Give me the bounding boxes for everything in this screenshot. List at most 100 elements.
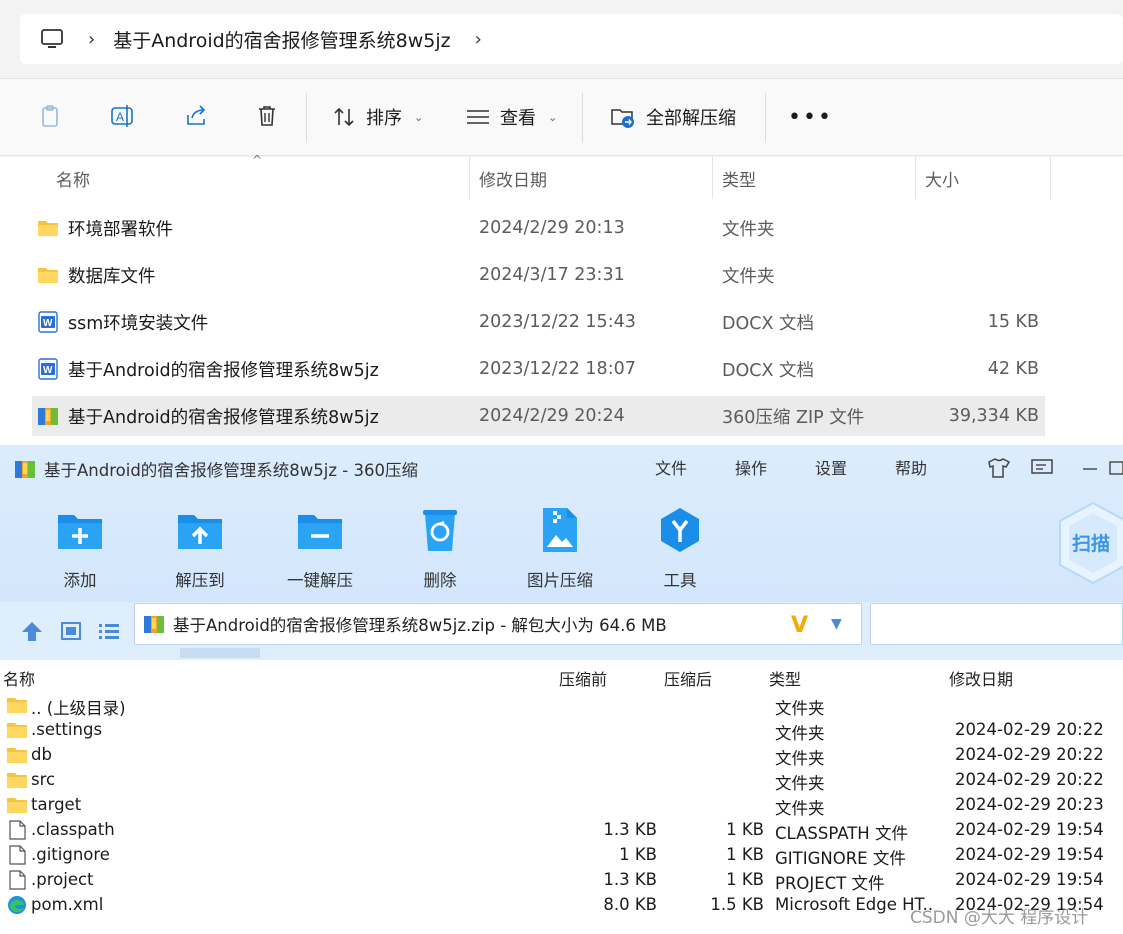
row-name: .classpath [31,820,115,839]
header-scroll-thumb [180,648,260,658]
row-date: 2024-02-29 20:22 [955,770,1104,789]
extract-to-label: 解压到 [175,571,225,590]
chevron-right-icon[interactable]: › [88,29,95,50]
sort-label: 排序 [366,108,402,129]
image-compress-label: 图片压缩 [527,571,593,590]
row-name: .. (上级目录) [31,699,126,718]
row-type: GITIGNORE 文件 [775,849,906,868]
column-header-size[interactable]: 大小 [915,157,1050,199]
delete-button[interactable]: 删除 [390,505,490,591]
row-name: .gitignore [31,845,110,864]
folder-icon [7,798,27,813]
svg-text:W: W [43,318,53,329]
menu-operate[interactable]: 操作 [735,455,767,479]
svg-text:A: A [116,110,124,124]
window-title: 基于Android的宿舍报修管理系统8w5jz - 360压缩 [14,457,418,481]
table-row[interactable]: .. (上级目录) 文件夹 [0,693,1123,718]
table-row[interactable]: db 文件夹 2024-02-29 20:22 [0,743,1123,768]
table-row[interactable]: .settings 文件夹 2024-02-29 20:22 [0,718,1123,743]
menu-settings[interactable]: 设置 [815,455,847,479]
file-size: 39,334 KB [948,406,1039,426]
file-list: ^ 名称 修改日期 类型 大小 环境部署软件 2024/2/29 20:13 文… [0,153,1123,445]
row-name: db [31,745,52,764]
list-item[interactable]: 环境部署软件 2024/2/29 20:13 文件夹 [32,208,1045,248]
row-type: 文件夹 [775,749,825,768]
extract-to-icon [178,515,222,549]
column-header-date[interactable]: 修改日期 [949,666,1013,690]
share-icon[interactable] [184,103,210,129]
delete-icon[interactable] [254,103,280,129]
view-button[interactable]: 查看 ⌄ [466,103,557,131]
row-date: 2024-02-29 19:54 [955,820,1104,839]
list-item[interactable]: W 基于Android的宿舍报修管理系统8w5jz 2023/12/22 18:… [32,349,1045,389]
row-after: 1 KB [726,820,764,839]
more-options-button[interactable]: ••• [788,103,833,131]
folder-icon [38,268,58,283]
zip-archive-icon [15,461,35,478]
row-name: .settings [31,720,103,739]
thumbnail-view-icon[interactable] [59,620,83,642]
list-item[interactable]: W ssm环境安装文件 2023/12/22 15:43 DOCX 文档 15 … [32,302,1045,342]
watermark: CSDN @大大 程序设计 [910,908,1089,928]
file-icon [9,820,26,840]
file-type: 文件夹 [722,266,775,287]
row-type: 文件夹 [775,799,825,818]
verified-v-icon[interactable]: V [791,613,808,638]
folder-icon [7,748,27,763]
list-item-selected[interactable]: 基于Android的宿舍报修管理系统8w5jz 2024/2/29 20:24 … [32,396,1045,436]
file-type: DOCX 文档 [722,360,815,381]
minimize-icon[interactable] [1080,457,1100,479]
breadcrumb[interactable]: 基于Android的宿舍报修管理系统8w5jz [113,26,450,53]
up-arrow-icon[interactable] [20,620,44,642]
table-row[interactable]: .gitignore 1 KB 1 KB GITIGNORE 文件 2024-0… [0,843,1123,868]
archive-path-field[interactable]: 基于Android的宿舍报修管理系统8w5jz.zip - 解包大小为 64.6… [134,603,862,645]
image-compress-button[interactable]: 图片压缩 [510,505,610,591]
archive-path-text: 基于Android的宿舍报修管理系统8w5jz.zip - 解包大小为 64.6… [173,616,667,635]
menu-help[interactable]: 帮助 [895,455,927,479]
column-header-after[interactable]: 压缩后 [664,666,712,690]
tools-button[interactable]: 工具 [630,505,730,591]
column-divider[interactable] [1050,157,1051,199]
paste-icon[interactable] [38,103,64,129]
scan-button[interactable]: 扫描 [1058,501,1123,585]
address-bar[interactable]: › 基于Android的宿舍报修管理系统8w5jz › [20,14,1123,64]
one-click-extract-button[interactable]: 一键解压 [270,505,370,591]
extract-all-button[interactable]: 全部解压缩 [610,103,736,131]
table-row[interactable]: .project 1.3 KB 1 KB PROJECT 文件 2024-02-… [0,868,1123,893]
word-doc-icon: W [38,358,58,380]
sort-button[interactable]: 排序 ⌄ [332,103,423,131]
extract-to-button[interactable]: 解压到 [150,505,250,591]
archive-search-input[interactable] [870,603,1123,645]
file-name: 基于Android的宿舍报修管理系统8w5jz [68,360,379,381]
table-row[interactable]: target 文件夹 2024-02-29 20:23 [0,793,1123,818]
column-header-before[interactable]: 压缩前 [559,666,607,690]
column-header-name[interactable]: 名称 [46,157,468,199]
skin-icon[interactable] [986,457,1012,479]
rename-icon[interactable]: A [110,103,136,129]
table-row[interactable]: src 文件夹 2024-02-29 20:22 [0,768,1123,793]
list-view-icon[interactable] [97,620,121,642]
file-icon [9,845,26,865]
column-header-type[interactable]: 类型 [712,157,915,199]
file-type: 360压缩 ZIP 文件 [722,407,865,428]
chevron-right-icon[interactable]: › [475,29,482,50]
row-name: target [31,795,82,814]
zip-archive-icon [144,616,164,633]
recycle-bin-icon [423,510,457,551]
dropdown-arrow-icon[interactable]: ▼ [831,616,842,632]
row-date: 2024-02-29 19:54 [955,845,1104,864]
menu-file[interactable]: 文件 [655,455,687,479]
maximize-icon[interactable] [1108,457,1123,479]
add-button[interactable]: 添加 [30,505,130,591]
image-compress-icon [543,508,577,552]
this-pc-icon[interactable] [40,27,64,51]
table-row[interactable]: .classpath 1.3 KB 1 KB CLASSPATH 文件 2024… [0,818,1123,843]
column-header-name[interactable]: 名称 [3,666,35,690]
file-name: 数据库文件 [68,266,156,287]
list-item[interactable]: 数据库文件 2024/3/17 23:31 文件夹 [32,255,1045,295]
column-header-type[interactable]: 类型 [769,666,801,690]
file-name: 基于Android的宿舍报修管理系统8w5jz [68,407,379,428]
feedback-icon[interactable] [1030,457,1054,479]
column-header-date[interactable]: 修改日期 [469,157,712,199]
add-folder-icon [58,515,102,549]
